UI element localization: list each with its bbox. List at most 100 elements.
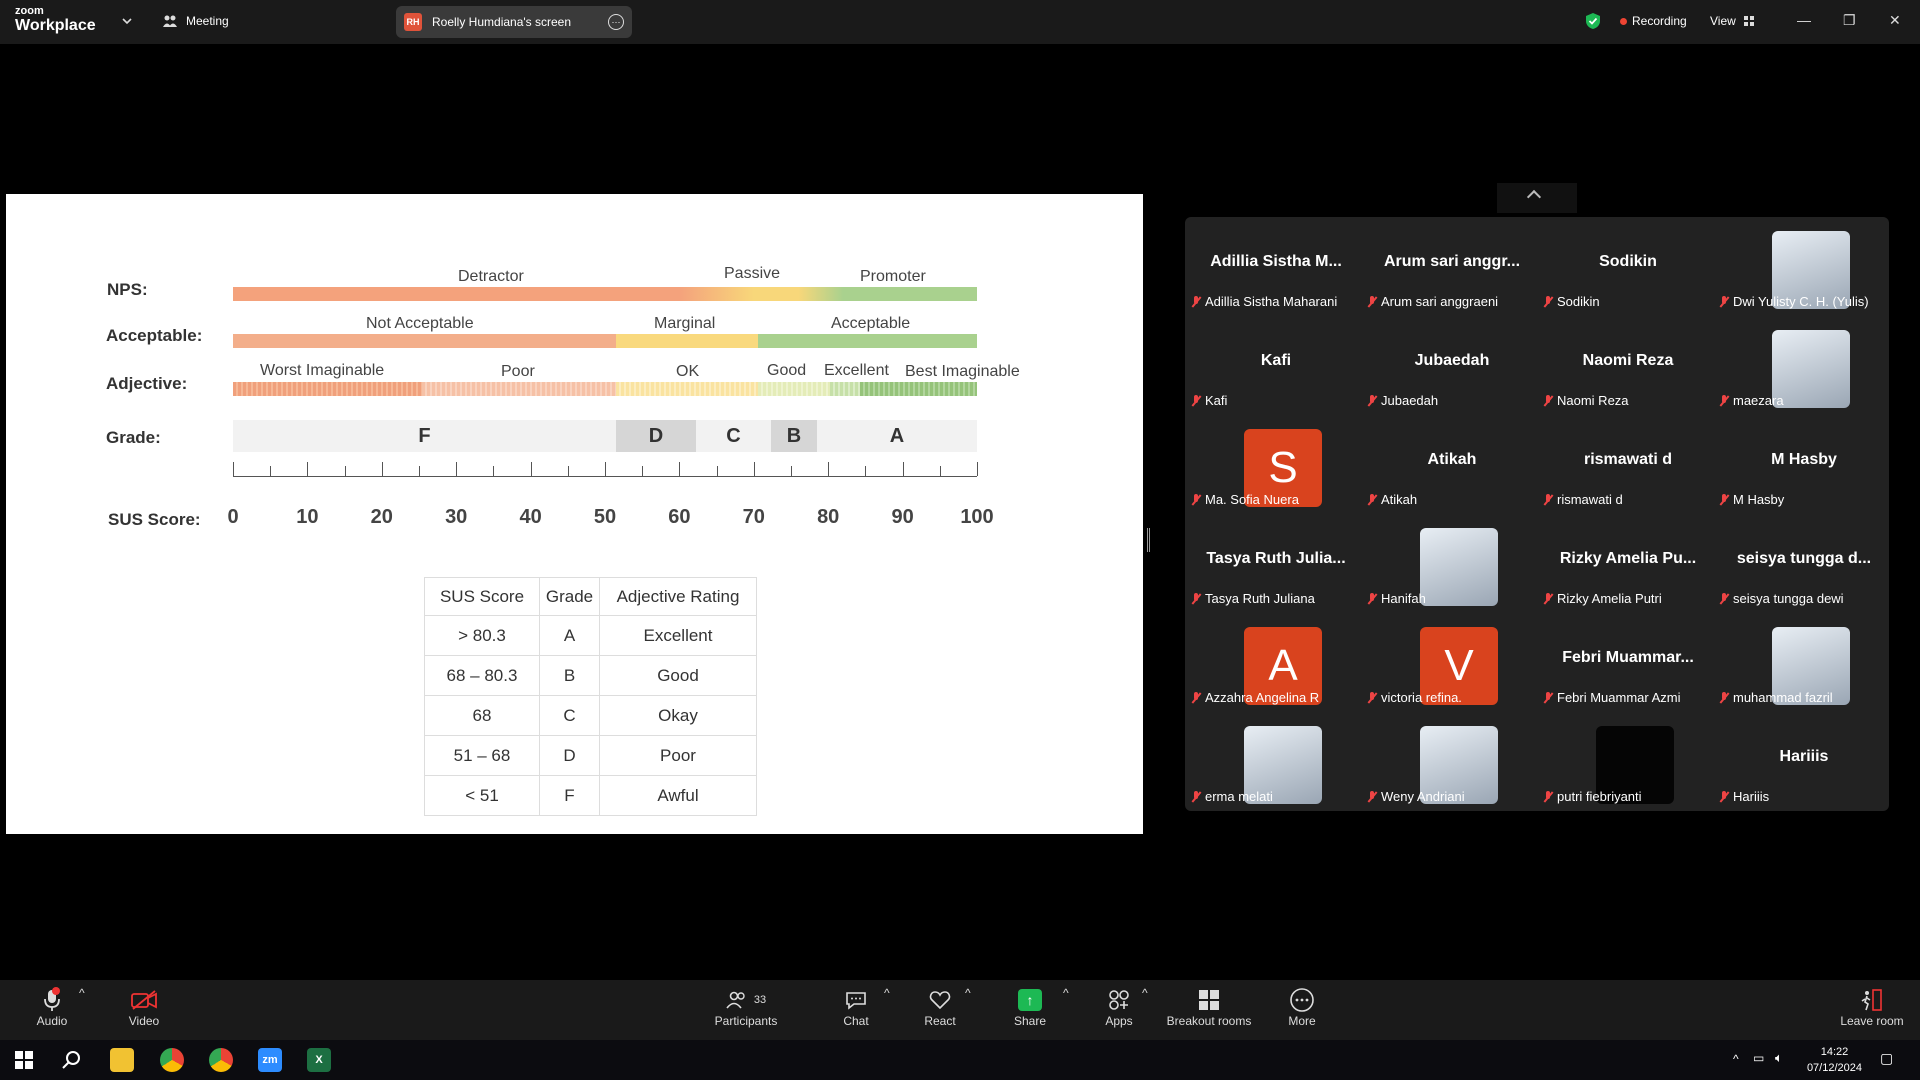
scale-tick: [642, 466, 644, 476]
splitter-handle[interactable]: [1147, 528, 1150, 552]
participant-tile[interactable]: Sodikin Sodikin: [1541, 221, 1715, 316]
windows-start-icon[interactable]: [12, 1048, 36, 1072]
scale-tick: [605, 462, 606, 476]
participant-tile[interactable]: Naomi Reza Naomi Reza: [1541, 320, 1715, 415]
chrome-profile-icon[interactable]: [209, 1048, 233, 1072]
participant-tile[interactable]: A Azzahra Angelina R: [1189, 617, 1363, 712]
scale-tick-label: 90: [891, 506, 914, 528]
participant-name-label: Hariiis: [1719, 789, 1769, 804]
more-icon: [1290, 988, 1314, 1012]
chat-button[interactable]: Chat: [840, 986, 872, 1028]
participant-tile[interactable]: Arum sari anggr... Arum sari anggraeni: [1365, 221, 1539, 316]
breakout-rooms-button[interactable]: Breakout rooms: [1166, 986, 1252, 1028]
participant-tile[interactable]: Vvictoria refina.: [1365, 617, 1539, 712]
windows-taskbar: zm X ^ ▭ 🔈︎ 14:22 07/12/2024 ▢: [0, 1040, 1920, 1080]
participant-tile[interactable]: maezara: [1717, 320, 1891, 415]
meeting-menu[interactable]: Meeting: [162, 14, 229, 28]
scale-tick: [456, 462, 458, 476]
excel-icon[interactable]: X: [307, 1048, 331, 1072]
microphone-muted-icon: [1719, 493, 1729, 506]
apps-caret-icon[interactable]: ^: [1142, 986, 1148, 1000]
participant-name-label: Arum sari anggraeni: [1367, 294, 1498, 309]
react-button[interactable]: React: [924, 986, 956, 1028]
scale-tick-label: 70: [742, 506, 765, 528]
share-button[interactable]: ↑ Share: [1014, 986, 1046, 1028]
react-caret-icon[interactable]: ^: [965, 986, 971, 1000]
network-icon[interactable]: ▭: [1753, 1051, 1764, 1065]
participant-tile[interactable]: putri fiebriyanti: [1541, 716, 1715, 811]
leave-room-button[interactable]: Leave room: [1838, 986, 1906, 1028]
best-imaginable-bar: [860, 382, 977, 396]
participant-tile[interactable]: M Hasby M Hasby: [1717, 419, 1891, 514]
participant-tile[interactable]: Dwi Yulisty C. H. (Yulis): [1717, 221, 1891, 316]
video-button[interactable]: Video: [128, 986, 160, 1028]
system-clock[interactable]: 14:22 07/12/2024: [1807, 1044, 1862, 1076]
participant-tile[interactable]: Tasya Ruth Julia... Tasya Ruth Juliana: [1189, 518, 1363, 613]
participant-tile[interactable]: Hariiis Hariiis: [1717, 716, 1891, 811]
recording-indicator[interactable]: Recording: [1620, 14, 1687, 28]
participant-name-label: maezara: [1719, 393, 1784, 408]
chat-caret-icon[interactable]: ^: [884, 986, 890, 1000]
participant-display-name: M Hasby: [1771, 451, 1837, 468]
participant-name: M Hasby: [1733, 492, 1785, 507]
participant-name: erma melati: [1205, 789, 1273, 804]
participant-tile[interactable]: Weny Andriani: [1365, 716, 1539, 811]
participant-name-label: Tasya Ruth Juliana: [1191, 591, 1315, 606]
participants-button[interactable]: 33 Participants: [710, 986, 782, 1028]
participant-tile[interactable]: seisya tungga d... seisya tungga dewi: [1717, 518, 1891, 613]
zoom-app-icon[interactable]: zm: [258, 1048, 282, 1072]
gallery-collapse-button[interactable]: [1497, 183, 1577, 213]
more-options-icon[interactable]: ···: [608, 14, 624, 30]
video-off-icon: [131, 990, 157, 1010]
participant-gallery: Adillia Sistha M... Adillia Sistha Mahara…: [1185, 217, 1889, 811]
participant-tile[interactable]: Kafi Kafi: [1189, 320, 1363, 415]
scale-axis-line: [233, 476, 977, 477]
microphone-muted-icon: [1719, 394, 1729, 407]
participant-tile[interactable]: Adillia Sistha M... Adillia Sistha Mahara…: [1189, 221, 1363, 316]
participant-tile[interactable]: rismawati d rismawati d: [1541, 419, 1715, 514]
acceptable-bar: [758, 334, 977, 348]
participant-tile[interactable]: Hanifah: [1365, 518, 1539, 613]
participant-name: Kafi: [1205, 393, 1228, 408]
close-icon[interactable]: ✕: [1889, 12, 1901, 29]
participant-tile[interactable]: Febri Muammar... Febri Muammar Azmi: [1541, 617, 1715, 712]
participant-name: Jubaedah: [1381, 393, 1439, 408]
participant-tile[interactable]: Jubaedah Jubaedah: [1365, 320, 1539, 415]
participant-tile[interactable]: Atikah Atikah: [1365, 419, 1539, 514]
chrome-icon[interactable]: [160, 1048, 184, 1072]
tray-overflow-icon[interactable]: ^: [1733, 1052, 1739, 1066]
minimize-icon[interactable]: —: [1797, 12, 1811, 28]
chevron-down-icon[interactable]: [120, 14, 134, 28]
audio-caret-icon[interactable]: ^: [79, 986, 85, 1000]
file-explorer-icon[interactable]: [110, 1048, 134, 1072]
participant-tile[interactable]: S Ma. Sofia Nuera: [1189, 419, 1363, 514]
participant-name: Hanifah: [1381, 591, 1426, 606]
participant-tile[interactable]: erma melati: [1189, 716, 1363, 811]
apps-label: Apps: [1105, 1014, 1133, 1028]
participant-name-label: Sodikin: [1543, 294, 1600, 309]
security-shield-icon[interactable]: [1585, 12, 1601, 30]
participant-name-label: Rizky Amelia Putri: [1543, 591, 1662, 606]
search-icon[interactable]: [60, 1048, 84, 1072]
meeting-toolbar: Audio ^ Video 33 Participants Chat ^ Rea…: [0, 980, 1920, 1040]
grade-d-cell: D: [616, 420, 696, 452]
participant-name-label: Azzahra Angelina R: [1191, 690, 1319, 705]
notifications-icon[interactable]: ▢: [1880, 1050, 1893, 1067]
volume-icon[interactable]: 🔈︎: [1775, 1050, 1783, 1066]
apps-button[interactable]: Apps: [1103, 986, 1135, 1028]
microphone-muted-icon: [1543, 295, 1553, 308]
microphone-muted-icon: [1719, 790, 1729, 803]
more-button[interactable]: More: [1286, 986, 1318, 1028]
participant-tile[interactable]: muhammad fazril: [1717, 617, 1891, 712]
worst-imaginable-label: Worst Imaginable: [260, 362, 385, 379]
audio-button[interactable]: Audio: [36, 986, 68, 1028]
view-button[interactable]: View: [1710, 14, 1754, 28]
participant-name: muhammad fazril: [1733, 690, 1833, 705]
shared-screen-tab[interactable]: RH Roelly Humdiana's screen ···: [396, 6, 632, 38]
zoom-logo: zoom Workplace: [15, 6, 96, 34]
share-caret-icon[interactable]: ^: [1063, 986, 1069, 1000]
restore-icon[interactable]: ❐: [1843, 12, 1856, 29]
participant-display-name: Adillia Sistha M...: [1210, 253, 1342, 270]
participant-tile[interactable]: Rizky Amelia Pu... Rizky Amelia Putri: [1541, 518, 1715, 613]
grid-view-icon: [1743, 16, 1754, 26]
